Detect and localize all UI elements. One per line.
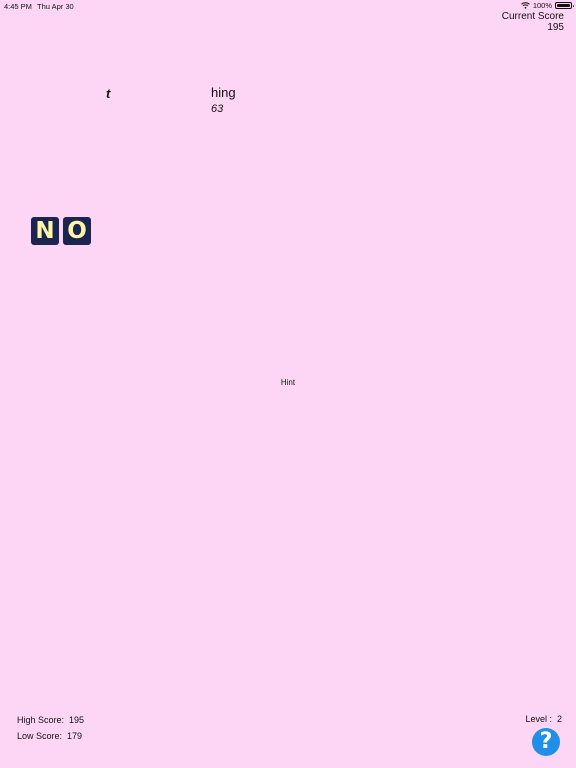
status-bar: 4:45 PM Thu Apr 30 100% [0, 0, 576, 12]
battery-percentage: 100% [532, 1, 552, 10]
word-fragment-right: hing [211, 85, 236, 100]
word-number: 63 [211, 103, 224, 115]
word-fragment-left: t [106, 86, 111, 101]
status-date: Thu Apr 30 [37, 2, 74, 11]
letter-tile[interactable]: O [63, 217, 91, 245]
current-score-value: 195 [547, 21, 564, 33]
current-score: Current Score 195 [501, 11, 564, 33]
high-score-label: High Score: [17, 715, 65, 725]
letter-tile[interactable]: N [31, 217, 59, 245]
high-score: High Score: 195 [17, 715, 84, 725]
low-score-value: 179 [67, 731, 83, 741]
level-label: Level : [525, 714, 552, 724]
wifi-icon [520, 2, 530, 9]
status-time: 4:45 PM [4, 2, 32, 11]
letter-tiles: N O [31, 217, 91, 245]
question-mark-icon[interactable]: ? [532, 728, 560, 756]
hint-button[interactable]: Hint [270, 378, 306, 387]
low-score: Low Score: 179 [17, 731, 82, 741]
level-value: 2 [556, 714, 562, 724]
low-score-label: Low Score: [17, 731, 63, 741]
status-indicators: 100% [520, 1, 574, 10]
high-score-value: 195 [69, 715, 85, 725]
current-score-label: Current Score [501, 11, 564, 22]
battery-icon [555, 2, 574, 9]
level-indicator: Level : 2 [525, 714, 562, 724]
